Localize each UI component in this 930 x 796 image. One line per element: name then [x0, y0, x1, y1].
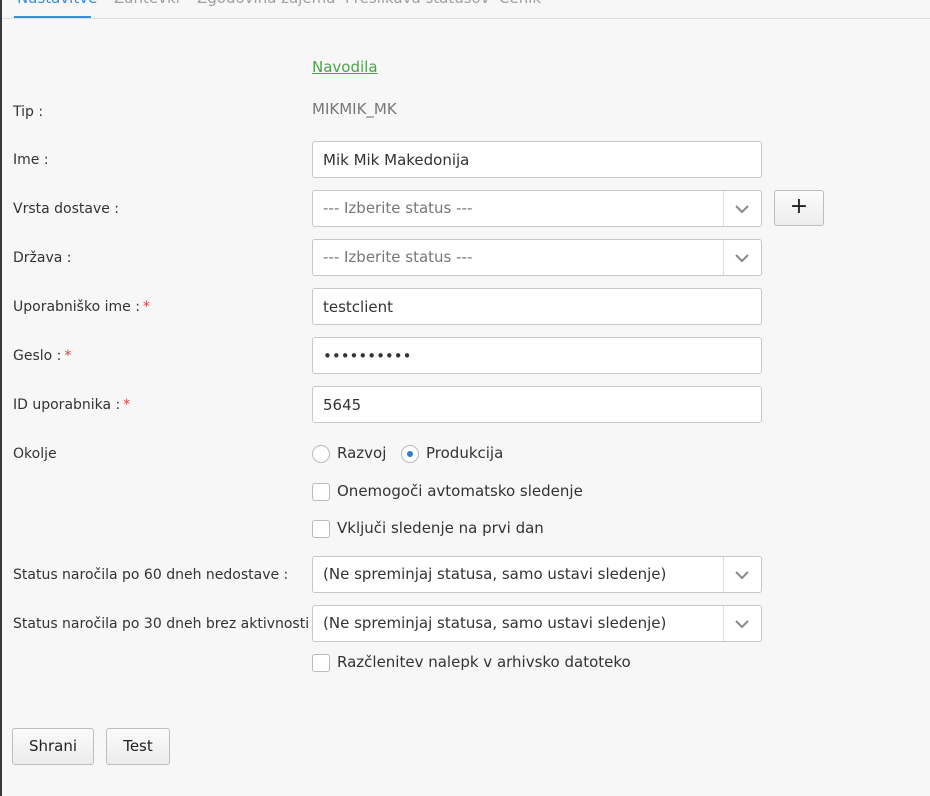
ime-label: Ime :: [13, 152, 49, 168]
status-60-selected: (Ne spreminjaj statusa, samo ustavi sled…: [323, 565, 667, 583]
tip-value: MIKMIK_MK: [312, 100, 397, 118]
vkljuci-sledenje-label[interactable]: Vključi sledenje na prvi dan: [337, 519, 544, 537]
tab-preslikava-statusov[interactable]: Preslikava statusov: [345, 0, 490, 8]
drzava-selected: --- Izberite status ---: [323, 248, 473, 266]
ime-input[interactable]: [312, 141, 762, 178]
left-border: [0, 0, 2, 796]
required-marker: *: [64, 348, 72, 364]
razclenitev-label[interactable]: Razčlenitev nalepk v arhivsko datoteko: [337, 653, 631, 671]
tab-zahtevki[interactable]: Zahtevki: [114, 0, 180, 8]
status-30-selected: (Ne spreminjaj statusa, samo ustavi sled…: [323, 614, 667, 632]
tab-cenik[interactable]: Cenik: [499, 0, 541, 8]
geslo-label: Geslo : *: [13, 348, 71, 364]
add-delivery-type-button[interactable]: +: [774, 190, 824, 226]
instructions-link[interactable]: Navodila: [312, 58, 378, 76]
geslo-input[interactable]: [312, 337, 762, 374]
geslo-label-text: Geslo :: [13, 348, 62, 364]
vrsta-dostave-selected: --- Izberite status ---: [323, 199, 473, 217]
okolje-label: Okolje: [13, 446, 57, 462]
onemogoci-sledenje-checkbox[interactable]: [312, 483, 330, 501]
drzava-select[interactable]: --- Izberite status ---: [312, 239, 762, 276]
chevron-down-icon: [735, 620, 749, 629]
status-30-label: Status naročila po 30 dneh brez aktivnos…: [13, 616, 319, 632]
chevron-down-icon: [735, 205, 749, 214]
radio-produkcija-label[interactable]: Produkcija: [426, 444, 503, 462]
onemogoci-sledenje-label[interactable]: Onemogoči avtomatsko sledenje: [337, 482, 583, 500]
id-uporabnika-label: ID uporabnika : *: [13, 397, 130, 413]
status-60-label: Status naročila po 60 dneh nedostave :: [13, 567, 289, 583]
save-button[interactable]: Shrani: [12, 728, 94, 765]
test-button[interactable]: Test: [106, 728, 170, 765]
required-marker: *: [123, 397, 131, 413]
select-divider: [723, 557, 724, 592]
vrsta-dostave-label: Vrsta dostave :: [13, 201, 120, 217]
active-tab-indicator: [14, 16, 91, 18]
required-marker: *: [142, 299, 150, 315]
status-30-select[interactable]: (Ne spreminjaj statusa, samo ustavi sled…: [312, 605, 762, 642]
vrsta-dostave-select[interactable]: --- Izberite status ---: [312, 190, 762, 227]
id-uporabnika-label-text: ID uporabnika :: [13, 397, 121, 413]
tab-bar: Nastavitve Zahtevki Zgodovina zajema Pre…: [2, 0, 930, 19]
radio-razvoj[interactable]: [312, 445, 330, 463]
drzava-label: Država :: [13, 250, 72, 266]
tip-label: Tip :: [13, 104, 44, 120]
select-divider: [723, 606, 724, 641]
select-divider: [723, 191, 724, 226]
uporabnisko-ime-label-text: Uporabniško ime :: [13, 299, 140, 315]
tab-zgodovina-zajema[interactable]: Zgodovina zajema: [197, 0, 335, 8]
tab-nastavitve[interactable]: Nastavitve: [17, 0, 97, 8]
vkljuci-sledenje-checkbox[interactable]: [312, 520, 330, 538]
chevron-down-icon: [735, 254, 749, 263]
uporabnisko-ime-label: Uporabniško ime : *: [13, 299, 150, 315]
razclenitev-checkbox[interactable]: [312, 654, 330, 672]
radio-produkcija[interactable]: [401, 445, 419, 463]
select-divider: [723, 240, 724, 275]
uporabnisko-ime-input[interactable]: [312, 288, 762, 325]
radio-razvoj-label[interactable]: Razvoj: [337, 444, 386, 462]
status-60-select[interactable]: (Ne spreminjaj statusa, samo ustavi sled…: [312, 556, 762, 593]
chevron-down-icon: [735, 571, 749, 580]
id-uporabnika-input[interactable]: [312, 386, 762, 423]
